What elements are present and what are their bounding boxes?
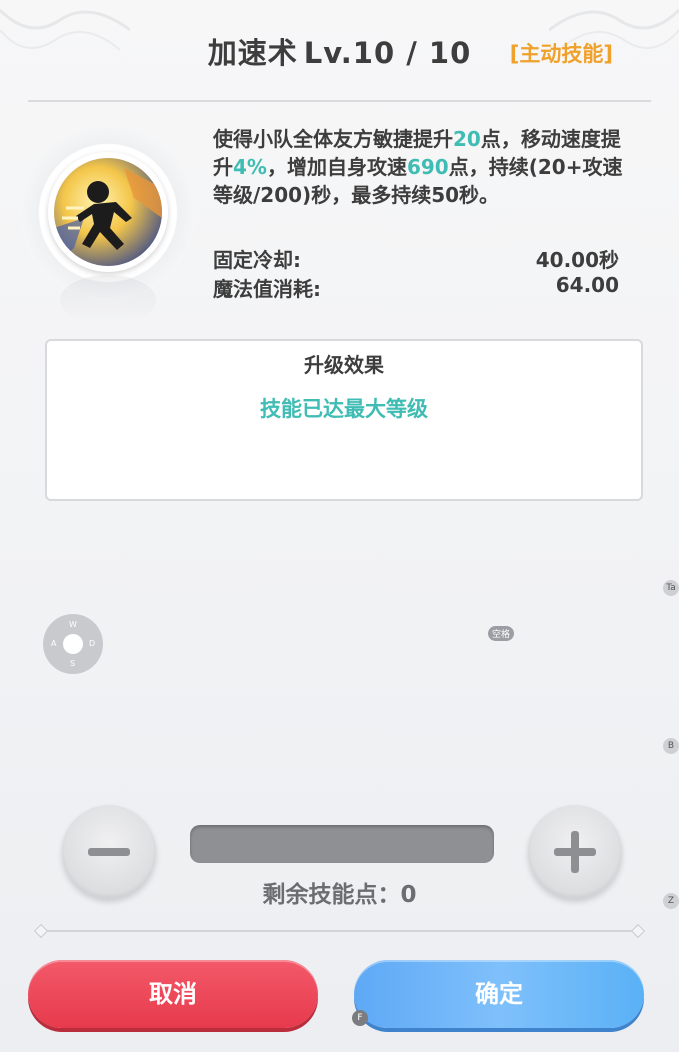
skill-level: Lv.10 / 10 bbox=[303, 36, 472, 70]
remaining-value: 0 bbox=[400, 882, 417, 908]
running-figure-icon bbox=[54, 158, 162, 266]
footer-divider bbox=[40, 930, 639, 932]
skill-description: 使得小队全体友方敏捷提升20点，移动速度提升4%，增加自身攻速690点，持续(2… bbox=[213, 127, 623, 207]
skill-type-tag: [主动技能] bbox=[509, 42, 613, 66]
skill-icon-frame bbox=[20, 125, 200, 325]
upgrade-effect-box: 升级效果 技能已达最大等级 bbox=[45, 339, 643, 501]
b-key-hint: B bbox=[663, 738, 679, 754]
f-key-hint: F bbox=[352, 1010, 368, 1026]
dpad-key-d: D bbox=[89, 639, 96, 648]
dpad-key-s: S bbox=[70, 659, 76, 668]
wasd-dpad[interactable]: W A D S bbox=[43, 614, 103, 674]
header-divider bbox=[28, 100, 651, 102]
skill-points-bar bbox=[190, 825, 494, 863]
skill-name: 加速术 bbox=[207, 36, 298, 70]
mana-cost-row: 魔法值消耗: 64.00 bbox=[213, 273, 619, 302]
space-key-hint: 空格 bbox=[488, 626, 515, 641]
remaining-label: 剩余技能点： bbox=[262, 882, 401, 908]
mana-cost-label: 魔法值消耗: bbox=[213, 277, 321, 301]
dpad-key-a: A bbox=[51, 639, 57, 648]
max-level-message: 技能已达最大等级 bbox=[260, 397, 428, 421]
attack-speed-value: 690 bbox=[406, 155, 449, 179]
mana-cost-value: 64.00 bbox=[555, 273, 619, 297]
dpad-key-w: W bbox=[69, 620, 77, 629]
cooldown-label: 固定冷却: bbox=[213, 248, 301, 272]
skill-dialog: 加速术 Lv.10 / 10 [主动技能] 使得小队全体友方敏捷提升20点，移动… bbox=[0, 0, 679, 1052]
upgrade-title: 升级效果 bbox=[304, 353, 384, 377]
cooldown-row: 固定冷却: 40.00秒 bbox=[213, 244, 619, 273]
move-speed-value: 4% bbox=[233, 155, 267, 179]
remaining-skill-points: 剩余技能点：0 bbox=[0, 875, 679, 909]
cancel-button[interactable]: 取消 bbox=[28, 960, 318, 1028]
confirm-button[interactable]: 确定 bbox=[354, 960, 644, 1028]
agility-value: 20 bbox=[453, 127, 481, 151]
tab-key-hint: Ta bbox=[663, 580, 679, 596]
cooldown-value: 40.00秒 bbox=[535, 248, 619, 272]
